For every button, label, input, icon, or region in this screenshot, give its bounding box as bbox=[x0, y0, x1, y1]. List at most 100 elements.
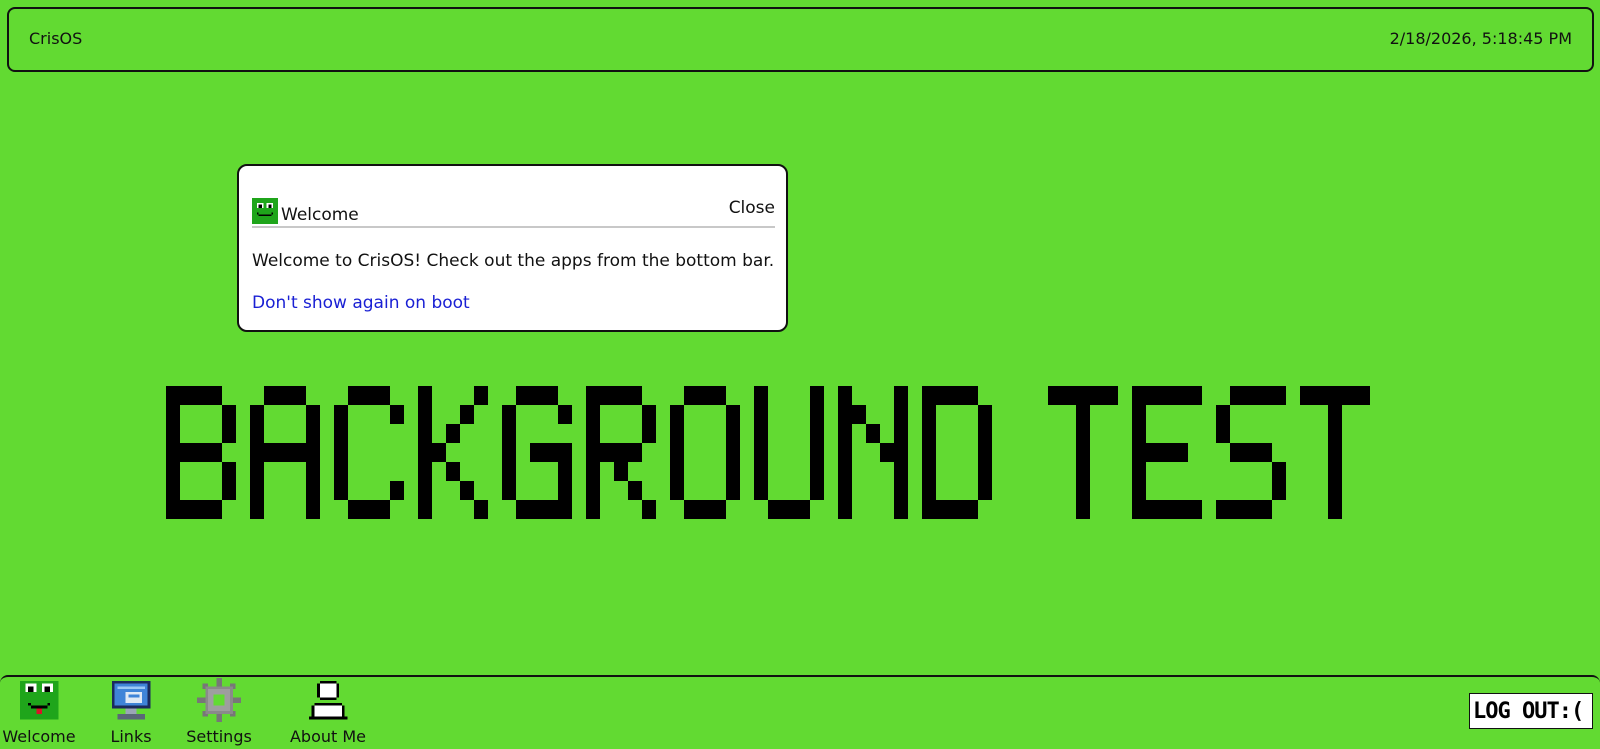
pixel-text-block bbox=[1328, 481, 1342, 500]
pixel-text-block bbox=[250, 405, 264, 424]
pixel-text-block bbox=[964, 500, 978, 519]
pixel-text-block bbox=[278, 386, 292, 405]
pixel-text-block bbox=[1328, 405, 1342, 424]
pixel-text-block bbox=[628, 443, 642, 462]
pixel-text-block bbox=[1160, 500, 1174, 519]
logout-button[interactable]: LOG OUT:( bbox=[1469, 693, 1593, 729]
pixel-text-block bbox=[1216, 500, 1230, 519]
pixel-text-block bbox=[586, 500, 600, 519]
pixel-text-block bbox=[1160, 443, 1174, 462]
pixel-text-block bbox=[894, 424, 908, 443]
pixel-text-block bbox=[628, 481, 642, 500]
pixel-text-block bbox=[754, 424, 768, 443]
pixel-text-block bbox=[1188, 500, 1202, 519]
pixel-text-block bbox=[208, 386, 222, 405]
pixel-text-block bbox=[1160, 386, 1174, 405]
pixel-text-block bbox=[670, 481, 684, 500]
pixel-text-block bbox=[334, 405, 348, 424]
pixel-text-block bbox=[334, 462, 348, 481]
pixel-text-block bbox=[264, 386, 278, 405]
pixel-text-block bbox=[544, 386, 558, 405]
pixel-text-block bbox=[194, 386, 208, 405]
pixel-text-block bbox=[726, 405, 740, 424]
pixel-text-block bbox=[1188, 386, 1202, 405]
dont-show-again-link[interactable]: Don't show again on boot bbox=[252, 293, 470, 313]
pixel-text-block bbox=[348, 386, 362, 405]
pixel-text-block bbox=[502, 462, 516, 481]
taskbar-app-links[interactable]: Links bbox=[104, 678, 158, 746]
pixel-text-block bbox=[642, 424, 656, 443]
pixel-text-block bbox=[1272, 462, 1286, 481]
pixel-text-block bbox=[614, 443, 628, 462]
welcome-window[interactable]: Welcome Close Welcome to CrisOS! Check o… bbox=[237, 164, 788, 332]
pixel-text-block bbox=[586, 443, 600, 462]
close-button[interactable]: Close bbox=[729, 198, 775, 218]
pixel-text-block bbox=[922, 443, 936, 462]
pixel-text-block bbox=[1216, 405, 1230, 424]
pixel-text-block bbox=[530, 443, 544, 462]
window-titlebar[interactable]: Welcome Close bbox=[252, 198, 775, 228]
pixel-text-block bbox=[1048, 386, 1062, 405]
pixel-text-block bbox=[1244, 386, 1258, 405]
pixel-text-block bbox=[418, 405, 432, 424]
pixel-text-block bbox=[166, 386, 180, 405]
pixel-text-block bbox=[586, 386, 600, 405]
pixel-text-block bbox=[474, 386, 488, 405]
pixel-text-block bbox=[306, 405, 320, 424]
pixel-text-block bbox=[278, 443, 292, 462]
pixel-text-block bbox=[782, 500, 796, 519]
pixel-text-block bbox=[1258, 386, 1272, 405]
pixel-text-block bbox=[838, 500, 852, 519]
taskbar-app-welcome[interactable]: Welcome bbox=[0, 678, 78, 746]
pixel-text-block bbox=[978, 443, 992, 462]
pixel-text-block bbox=[726, 462, 740, 481]
pixel-text-block bbox=[1230, 443, 1244, 462]
window-title: Welcome bbox=[281, 205, 359, 225]
pixel-text-block bbox=[460, 481, 474, 500]
pixel-text-block bbox=[922, 462, 936, 481]
pixel-text-block bbox=[838, 443, 852, 462]
pixel-text-block bbox=[166, 500, 180, 519]
pixel-text-block bbox=[600, 443, 614, 462]
pixel-text-block bbox=[586, 424, 600, 443]
pixel-text-block bbox=[642, 405, 656, 424]
pixel-text-block bbox=[838, 424, 852, 443]
pixel-text-block bbox=[964, 386, 978, 405]
pixel-text-block bbox=[726, 481, 740, 500]
pixel-text-block bbox=[1328, 443, 1342, 462]
pixel-text-block bbox=[334, 424, 348, 443]
pixel-text-block bbox=[1090, 386, 1104, 405]
pixel-text-block bbox=[292, 386, 306, 405]
pixel-text-block bbox=[894, 405, 908, 424]
pixel-text-block bbox=[418, 500, 432, 519]
taskbar-label: Links bbox=[110, 727, 152, 746]
pixel-text-block bbox=[1174, 386, 1188, 405]
pixel-text-block bbox=[754, 443, 768, 462]
pixel-text-block bbox=[1328, 424, 1342, 443]
pixel-text-block bbox=[222, 405, 236, 424]
taskbar-app-settings[interactable]: Settings bbox=[181, 678, 257, 746]
pixel-text-block bbox=[1062, 386, 1076, 405]
pixel-text-block bbox=[614, 462, 628, 481]
pixel-text-block bbox=[1132, 386, 1146, 405]
pixel-text-block bbox=[418, 443, 432, 462]
pixel-text-block bbox=[1174, 443, 1188, 462]
pixel-text-block bbox=[166, 481, 180, 500]
pixel-text-block bbox=[866, 424, 880, 443]
pixel-text-block bbox=[250, 481, 264, 500]
pixel-text-block bbox=[810, 443, 824, 462]
pixel-text-block bbox=[754, 405, 768, 424]
pixel-text-block bbox=[950, 386, 964, 405]
taskbar-app-about-me[interactable]: About Me bbox=[282, 678, 374, 746]
pixel-text-block bbox=[1328, 462, 1342, 481]
pixel-text-block bbox=[838, 481, 852, 500]
pixel-text-block bbox=[810, 481, 824, 500]
taskbar-label: Welcome bbox=[2, 727, 76, 746]
pixel-text-block bbox=[544, 443, 558, 462]
pixel-text-block bbox=[950, 500, 964, 519]
pixel-text-block bbox=[1244, 443, 1258, 462]
taskbar: Welcome Links Settings About Me LOG OUT:… bbox=[0, 675, 1600, 749]
pixel-text-block bbox=[446, 424, 460, 443]
pixel-text-block bbox=[1174, 500, 1188, 519]
pixel-text-block bbox=[586, 481, 600, 500]
